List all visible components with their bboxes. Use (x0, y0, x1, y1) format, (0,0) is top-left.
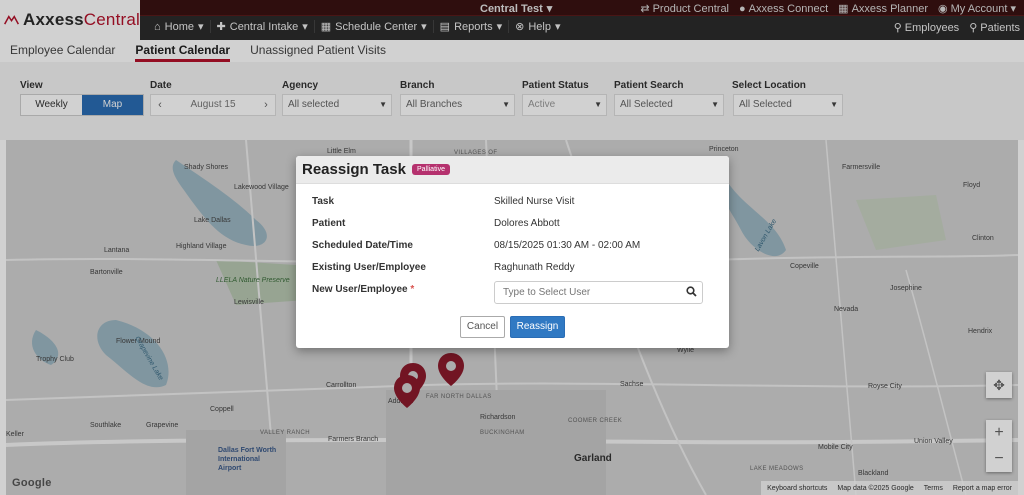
task-label: Task (312, 196, 335, 207)
new-user-label-text: New User/Employee (312, 284, 408, 295)
task-value: Skilled Nurse Visit (494, 196, 575, 207)
patient-value: Dolores Abbott (494, 218, 560, 229)
existing-user-value: Raghunath Reddy (494, 262, 575, 273)
reassign-button[interactable]: Reassign (510, 316, 565, 338)
dialog-header: Reassign Task Palliative (296, 156, 729, 184)
required-asterisk: * (410, 284, 415, 295)
search-icon[interactable] (686, 286, 697, 297)
patient-label: Patient (312, 218, 346, 229)
new-user-label: New User/Employee * (312, 284, 414, 295)
scheduled-value: 08/15/2025 01:30 AM - 02:00 AM (494, 240, 641, 251)
reassign-task-dialog: Reassign Task Palliative Task Skilled Nu… (296, 156, 729, 348)
dialog-title: Reassign Task (302, 161, 406, 178)
new-user-input[interactable] (494, 281, 703, 304)
cancel-button[interactable]: Cancel (460, 316, 505, 338)
scheduled-label: Scheduled Date/Time (312, 240, 413, 251)
existing-user-label: Existing User/Employee (312, 262, 426, 273)
palliative-badge: Palliative (411, 164, 450, 175)
